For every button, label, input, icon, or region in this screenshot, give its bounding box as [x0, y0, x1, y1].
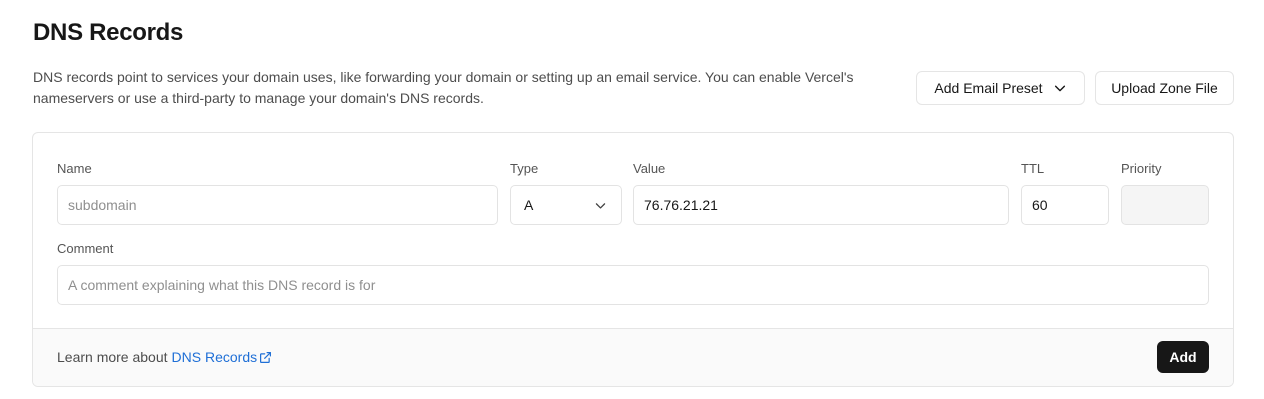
name-label: Name — [57, 161, 92, 176]
card-footer: Learn more about DNS Records Add — [33, 328, 1233, 386]
type-select[interactable]: A — [510, 185, 622, 225]
learn-more-prefix: Learn more about — [57, 349, 168, 365]
ttl-label: TTL — [1021, 161, 1045, 176]
chevron-down-icon — [595, 202, 606, 209]
priority-input — [1121, 185, 1209, 225]
type-label: Type — [510, 161, 539, 176]
chevron-down-icon — [1054, 85, 1065, 92]
value-input[interactable]: 76.76.21.21 — [633, 185, 1009, 225]
add-email-preset-button[interactable]: Add Email Preset — [916, 71, 1085, 105]
ttl-input[interactable]: 60 — [1021, 185, 1109, 225]
add-email-preset-label: Add Email Preset — [934, 80, 1043, 96]
type-select-value: A — [524, 197, 534, 213]
comment-input[interactable]: A comment explaining what this DNS recor… — [57, 265, 1209, 305]
upload-zone-file-button[interactable]: Upload Zone File — [1095, 71, 1234, 105]
dns-records-link-label: DNS Records — [171, 349, 258, 365]
name-input[interactable]: subdomain — [57, 185, 498, 225]
external-link-icon — [260, 351, 272, 363]
dns-record-form-card: Name subdomain Type A Value 76.76.21.21 … — [32, 132, 1234, 387]
page-title: DNS Records — [33, 19, 184, 46]
comment-label: Comment — [57, 241, 114, 256]
page-description: DNS records point to services your domai… — [33, 69, 854, 106]
value-label: Value — [633, 161, 666, 176]
dns-records-link[interactable]: DNS Records — [172, 347, 273, 367]
add-button[interactable]: Add — [1157, 341, 1209, 373]
priority-label: Priority — [1121, 161, 1162, 176]
upload-zone-file-label: Upload Zone File — [1111, 80, 1218, 96]
learn-more-text: Learn more about DNS Records — [57, 347, 272, 367]
